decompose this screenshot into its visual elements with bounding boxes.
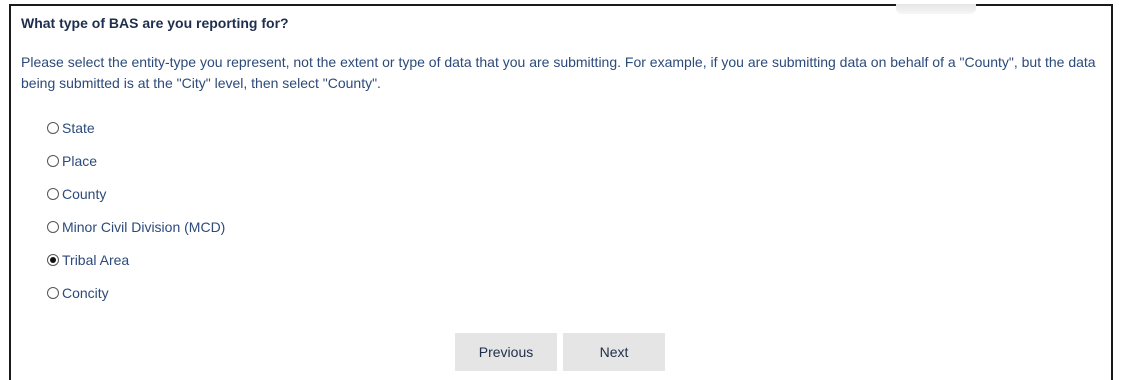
question-title: What type of BAS are you reporting for?	[21, 15, 289, 31]
previous-button[interactable]: Previous	[455, 333, 557, 371]
option-label: Minor Civil Division (MCD)	[62, 219, 226, 235]
option-label: Place	[62, 153, 98, 169]
option-label: Tribal Area	[62, 252, 130, 268]
next-button[interactable]: Next	[563, 333, 665, 371]
option-place[interactable]: Place	[47, 151, 97, 171]
radio-concity[interactable]	[47, 287, 59, 299]
option-label: Concity	[62, 285, 109, 301]
radio-county[interactable]	[47, 188, 59, 200]
header-tab-shadow	[896, 4, 976, 14]
option-label: County	[62, 186, 107, 202]
option-mcd[interactable]: Minor Civil Division (MCD)	[47, 217, 225, 237]
option-tribal-area[interactable]: Tribal Area	[47, 250, 129, 270]
radio-place[interactable]	[47, 155, 59, 167]
option-county[interactable]: County	[47, 184, 106, 204]
radio-state[interactable]	[47, 122, 59, 134]
option-label: State	[62, 120, 95, 136]
form-panel: What type of BAS are you reporting for? …	[9, 4, 1113, 380]
option-concity[interactable]: Concity	[47, 283, 109, 303]
option-state[interactable]: State	[47, 118, 95, 138]
radio-mcd[interactable]	[47, 221, 59, 233]
question-instructions: Please select the entity-type you repres…	[21, 54, 1096, 91]
radio-tribal-area[interactable]	[47, 254, 59, 266]
question-header: What type of BAS are you reporting for?	[11, 4, 1111, 40]
